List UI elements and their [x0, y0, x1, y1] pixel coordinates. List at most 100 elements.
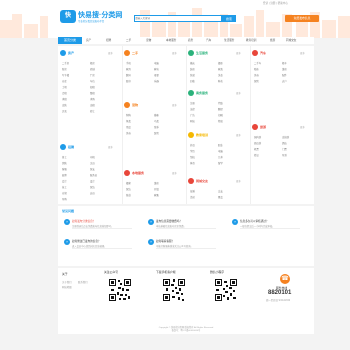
- category-link[interactable]: 搬家: [126, 182, 131, 185]
- category-link[interactable]: 鸟类: [154, 120, 159, 123]
- nav-item[interactable]: 同城交友: [286, 37, 296, 44]
- nav-item[interactable]: 二手: [126, 37, 131, 44]
- faq-item[interactable]: ? 如何修改已发布的信息？ 进入会员中心找到对应信息编辑。: [64, 238, 144, 252]
- more-link[interactable]: 更多: [172, 171, 177, 175]
- category-link[interactable]: 手机: [126, 62, 131, 65]
- category-link[interactable]: 车位: [90, 80, 95, 83]
- category-link[interactable]: 普工: [62, 156, 67, 159]
- category-link[interactable]: 摄影: [218, 62, 223, 65]
- category-link[interactable]: 学历: [190, 150, 195, 153]
- faq-item[interactable]: ? 如何联系客服？ 可拨打客服热线或关注公众号咨询。: [148, 238, 228, 252]
- nav-item[interactable]: 房产: [86, 37, 91, 44]
- more-link[interactable]: 更多: [172, 51, 177, 55]
- category-link[interactable]: 租车: [282, 62, 287, 65]
- category-header[interactable]: 房产 更多: [60, 50, 120, 58]
- category-link[interactable]: 数码: [126, 74, 131, 77]
- footer-link[interactable]: 联系我们: [78, 280, 88, 284]
- site-logo[interactable]: 快 快易搜·分类网 专业的分类信息发布平台: [60, 10, 130, 24]
- category-link[interactable]: 客服: [62, 168, 67, 171]
- category-link[interactable]: 合租: [62, 92, 67, 95]
- category-link[interactable]: 母婴: [154, 74, 159, 77]
- category-link[interactable]: 文员: [90, 162, 95, 165]
- category-link[interactable]: 服务员: [90, 174, 97, 177]
- category-link[interactable]: 外语: [190, 144, 195, 147]
- category-link[interactable]: 导购: [62, 198, 67, 201]
- category-link[interactable]: 征婚: [190, 190, 195, 193]
- category-link[interactable]: 装修: [190, 68, 195, 71]
- category-link[interactable]: 洗衣: [218, 74, 223, 77]
- category-header[interactable]: 生活服务 更多: [188, 50, 248, 58]
- category-link[interactable]: 国内游: [254, 136, 261, 139]
- category-link[interactable]: 聚会: [218, 196, 223, 199]
- more-link[interactable]: 更多: [300, 51, 305, 55]
- category-link[interactable]: 导游: [282, 154, 287, 157]
- category-link[interactable]: 二手房: [62, 62, 69, 65]
- category-header[interactable]: 商务服务 更多: [188, 90, 248, 98]
- more-link[interactable]: 更多: [236, 91, 241, 95]
- category-link[interactable]: 乐器: [154, 80, 159, 83]
- more-link[interactable]: 更多: [236, 179, 241, 183]
- category-link[interactable]: 翻译: [218, 108, 223, 111]
- category-link[interactable]: 快递: [190, 74, 195, 77]
- more-link[interactable]: 更多: [236, 133, 241, 137]
- category-link[interactable]: 管道: [126, 194, 131, 197]
- category-link[interactable]: 门票: [282, 148, 287, 151]
- category-link[interactable]: 过户: [282, 80, 287, 83]
- nav-item[interactable]: 招聘: [106, 37, 111, 44]
- nav-item[interactable]: 商务: [188, 37, 193, 44]
- category-link[interactable]: 狗狗: [126, 114, 131, 117]
- category-link[interactable]: 用品: [126, 126, 131, 129]
- category-link[interactable]: 机票: [254, 148, 259, 151]
- post-info-button[interactable]: 免费发布信息: [285, 15, 319, 22]
- category-link[interactable]: 保安: [90, 168, 95, 171]
- category-link[interactable]: 回收: [190, 80, 195, 83]
- category-link[interactable]: 留学: [218, 162, 223, 165]
- category-header[interactable]: 本地服务 更多: [124, 170, 184, 178]
- category-link[interactable]: 新房: [62, 68, 67, 71]
- more-link[interactable]: 更多: [300, 125, 305, 129]
- category-link[interactable]: 销售: [62, 162, 67, 165]
- category-header[interactable]: 宠物 更多: [124, 102, 184, 110]
- category-link[interactable]: 代账: [218, 102, 223, 105]
- category-link[interactable]: 体育: [190, 162, 195, 165]
- category-link[interactable]: 司机: [90, 156, 95, 159]
- category-link[interactable]: 技工: [62, 186, 67, 189]
- nav-item[interactable]: 生活服务: [224, 37, 234, 44]
- category-header[interactable]: 教育培训 更多: [188, 132, 248, 140]
- category-link[interactable]: 家电: [154, 68, 159, 71]
- category-link[interactable]: 陪练: [254, 68, 259, 71]
- category-link[interactable]: 医院: [154, 132, 159, 135]
- category-link[interactable]: 出境游: [282, 136, 289, 139]
- category-link[interactable]: 店员: [90, 192, 95, 195]
- category-link[interactable]: 家政: [218, 68, 223, 71]
- category-link[interactable]: 家具: [126, 68, 131, 71]
- category-link[interactable]: 仓库: [62, 80, 67, 83]
- category-link[interactable]: 会计: [62, 180, 67, 183]
- category-link[interactable]: 保险: [254, 80, 259, 83]
- category-link[interactable]: 维修: [282, 68, 287, 71]
- search-button[interactable]: 搜索: [222, 15, 236, 22]
- category-link[interactable]: 猫咪: [154, 114, 159, 117]
- category-link[interactable]: 美容: [254, 74, 259, 77]
- more-link[interactable]: 更多: [236, 51, 241, 55]
- category-header[interactable]: 同城交友 更多: [188, 178, 248, 186]
- more-link[interactable]: 更多: [108, 51, 113, 55]
- more-link[interactable]: 更多: [172, 103, 177, 107]
- nav-item[interactable]: 宠物: [146, 37, 151, 44]
- search-input[interactable]: [134, 15, 222, 22]
- category-link[interactable]: 转让: [90, 110, 95, 113]
- hotline-number[interactable]: 8820101: [268, 290, 291, 296]
- category-link[interactable]: 图书: [126, 80, 131, 83]
- category-link[interactable]: 求购: [90, 98, 95, 101]
- category-link[interactable]: 签证: [254, 154, 259, 157]
- category-header[interactable]: 旅游 更多: [252, 124, 312, 132]
- category-header[interactable]: 招聘 更多: [60, 144, 120, 152]
- category-link[interactable]: 网站: [190, 120, 195, 123]
- category-link[interactable]: 电脑: [154, 62, 159, 65]
- faq-item[interactable]: ? 发布信息需要收费吗？ 本站基础信息发布完全免费。: [148, 218, 228, 232]
- category-link[interactable]: 法律: [190, 108, 195, 111]
- category-link[interactable]: 维修: [154, 182, 159, 185]
- category-link[interactable]: 广告: [190, 114, 195, 117]
- category-link[interactable]: 租房: [90, 62, 95, 65]
- category-link[interactable]: 保洁: [90, 186, 95, 189]
